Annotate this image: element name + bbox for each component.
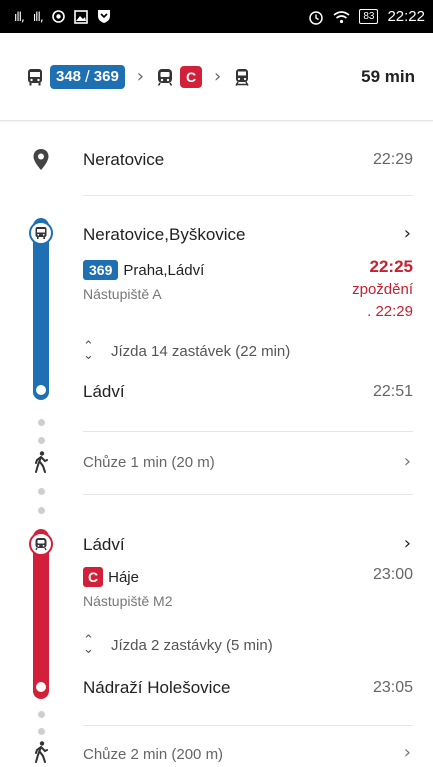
alarm-icon <box>309 10 324 25</box>
expand-icon: ⌃ ⌄ <box>83 339 94 363</box>
leg1-ride-toggle[interactable]: ⌃ ⌄ Jízda 14 zastávek (22 min) <box>83 339 291 363</box>
line-badge: 369 <box>83 260 119 280</box>
image-icon <box>73 9 88 24</box>
walk-dot <box>38 728 45 735</box>
leg2-stop-row[interactable]: Ládví › C Háje 23:00 Nástupiště M2 <box>0 529 433 614</box>
bus-icon <box>28 68 42 85</box>
divider <box>83 725 413 726</box>
leg1-end-stop: Ládví <box>83 382 125 401</box>
chevron-right-icon[interactable]: › <box>404 533 411 554</box>
walk-dot <box>38 507 45 514</box>
leg1-end-time: 22:51 <box>372 383 413 400</box>
divider <box>83 494 413 495</box>
origin-row[interactable]: Neratovice 22:29 <box>0 142 433 188</box>
leg2-end-stop: Nádraží Holešovice <box>83 678 231 697</box>
walking-icon <box>35 451 48 473</box>
leg2-departure-time: 23:00 <box>372 566 413 583</box>
train-icon <box>235 68 249 86</box>
signal-icon: ıll, <box>14 9 25 24</box>
bus-line-369: 369 <box>93 68 119 85</box>
line-badge: C <box>83 567 104 587</box>
leg2-stop-name: Ládví <box>83 535 125 554</box>
walk-dot <box>38 488 45 495</box>
bus-line-348: 348 <box>56 68 82 85</box>
leg2-platform: Nástupiště M2 <box>83 593 173 609</box>
location-icon <box>51 10 65 23</box>
chevron-right-icon: › <box>214 66 222 87</box>
line-separator: / <box>85 66 90 86</box>
status-bar: ıll, ıll, 83 22:22 <box>0 0 433 33</box>
chevron-right-icon[interactable]: › <box>404 223 411 244</box>
walking-icon <box>35 741 48 763</box>
signal-icon: ıll, <box>32 9 44 24</box>
leg1-line-info: 369 Praha,Ládví <box>83 260 204 280</box>
leg2-line-info: C Háje <box>83 567 139 587</box>
status-clock: 22:22 <box>387 8 425 25</box>
delay-time: . 22:29 <box>367 303 413 320</box>
location-pin-icon <box>33 149 49 170</box>
battery-icon: 83 <box>359 9 379 24</box>
bus-line-badges: 348 / 369 <box>50 64 125 89</box>
divider <box>83 431 413 432</box>
walk-dot <box>38 711 45 718</box>
walk-dot <box>38 437 45 444</box>
leg1-stop-row[interactable]: Neratovice,Byškovice › 369 Praha,Ládví N… <box>0 218 433 320</box>
leg2-end-time: 23:05 <box>372 679 413 696</box>
leg1-ride-label: Jízda 14 zastávek (22 min) <box>111 342 291 360</box>
walk1-label: Chůze 1 min (20 m) <box>83 454 215 471</box>
walk2-label: Chůze 2 min (200 m) <box>83 746 224 763</box>
chevron-right-icon[interactable]: › <box>404 742 411 763</box>
chevron-right-icon[interactable]: › <box>404 451 411 472</box>
origin-time: 22:29 <box>372 151 413 168</box>
trip-duration: 59 min <box>361 66 415 86</box>
walk-dot <box>38 419 45 426</box>
walk1-row[interactable]: Chůze 1 min (20 m) › <box>0 449 433 479</box>
expand-icon: ⌃ ⌄ <box>83 633 94 657</box>
leg1-platform: Nástupiště A <box>83 286 162 302</box>
metro-icon <box>157 68 173 86</box>
shield-icon <box>97 10 110 23</box>
leg1-direction: Praha,Ládví <box>123 261 205 279</box>
leg1-departure-time: 22:25 <box>369 257 413 276</box>
route-summary[interactable]: 348 / 369 › C › 59 min <box>0 33 433 121</box>
walk2-row[interactable]: Chůze 2 min (200 m) › <box>0 741 433 767</box>
leg2-ride-toggle[interactable]: ⌃ ⌄ Jízda 2 zastávky (5 min) <box>83 633 273 657</box>
leg1-stop-name: Neratovice,Byškovice <box>83 225 246 244</box>
chevron-right-icon: › <box>136 66 144 87</box>
delay-label: zpoždění <box>352 281 413 298</box>
leg2-ride-label: Jízda 2 zastávky (5 min) <box>111 636 273 654</box>
wifi-icon <box>333 10 350 23</box>
divider <box>83 195 413 196</box>
metro-line-badge: C <box>180 65 202 88</box>
leg2-end-row[interactable]: Nádraží Holešovice 23:05 <box>0 676 433 706</box>
leg1-end-row[interactable]: Ládví 22:51 <box>0 380 433 410</box>
origin-name: Neratovice <box>83 150 165 169</box>
leg2-direction: Háje <box>108 568 139 586</box>
